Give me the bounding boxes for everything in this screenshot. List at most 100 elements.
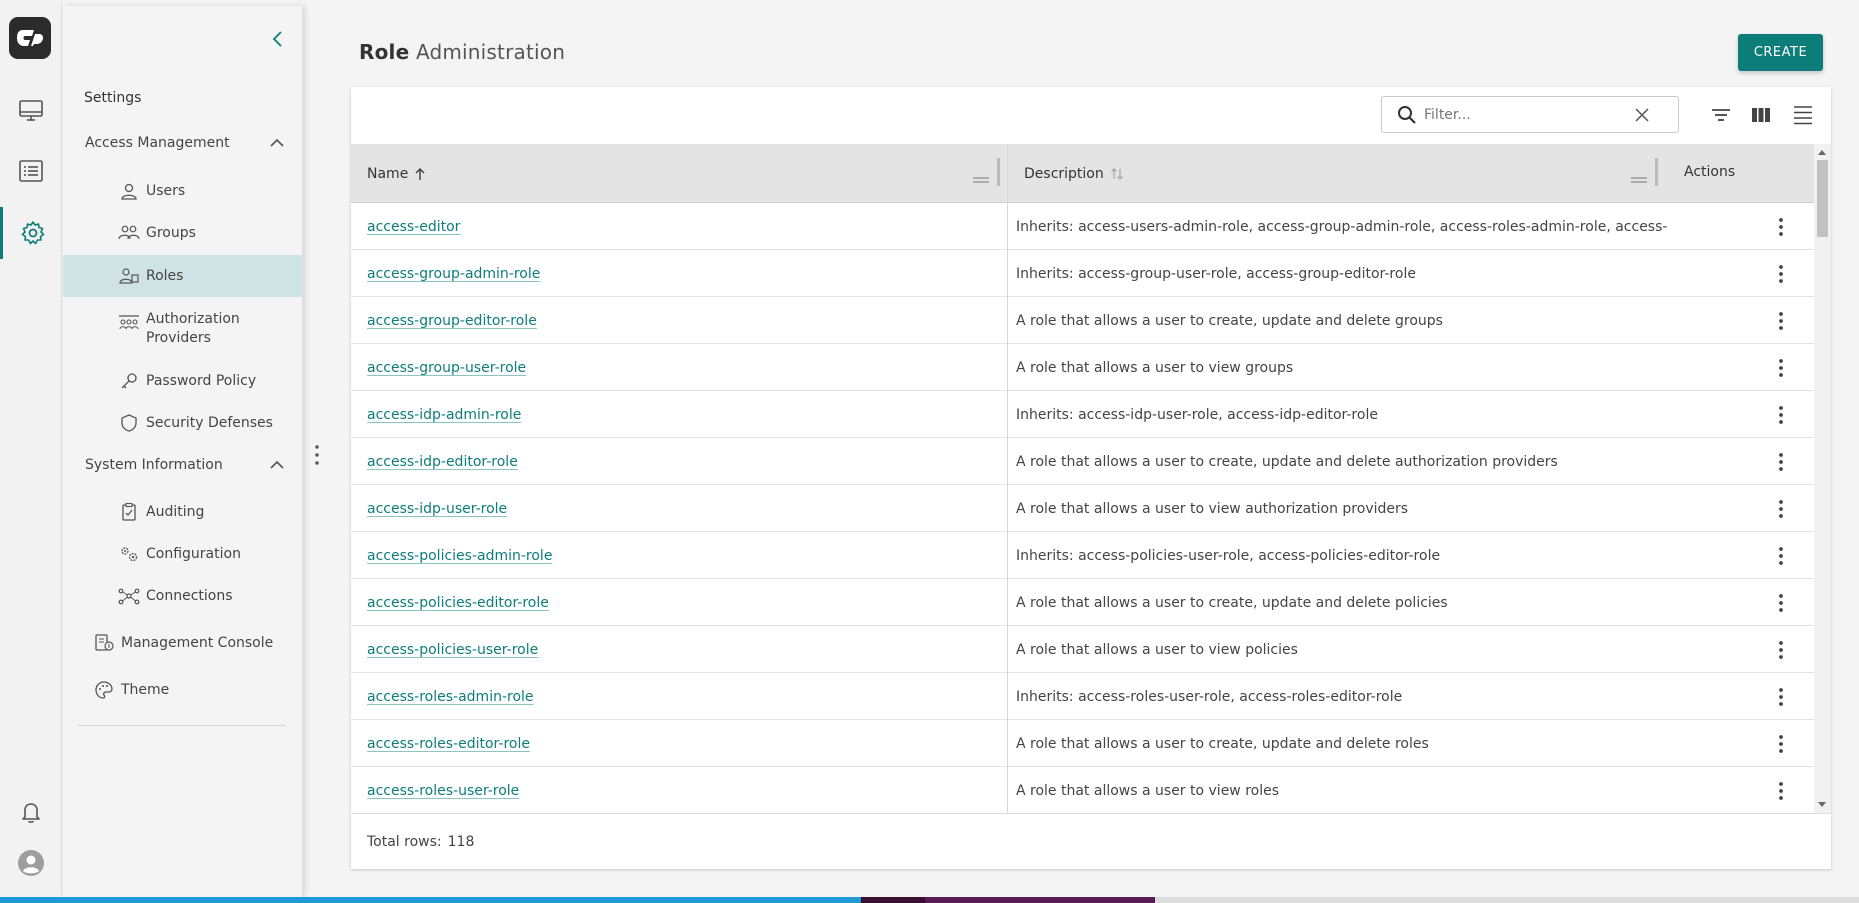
sidebar-item-configuration[interactable]: Configuration (63, 533, 303, 575)
sidebar-item-theme[interactable]: Theme (63, 669, 303, 711)
table-row: access-roles-admin-role Inherits: access… (351, 673, 1814, 720)
sidebar-item-label: Password Policy (146, 373, 257, 389)
column-menu-grip[interactable] (1631, 169, 1647, 183)
role-name-cell: access-group-user-role (367, 344, 526, 391)
role-link[interactable]: access-idp-editor-role (367, 454, 518, 470)
sidebar-item-management-console[interactable]: Management Console (63, 622, 303, 664)
row-actions-button[interactable] (1769, 685, 1793, 709)
row-actions-button[interactable] (1769, 591, 1793, 615)
kebab-menu-icon (1779, 312, 1783, 330)
create-button[interactable]: CREATE (1738, 34, 1823, 71)
sidebar-title: Settings (84, 90, 142, 106)
role-description-cell: Inherits: access-idp-user-role, access-i… (1016, 406, 1378, 423)
role-link[interactable]: access-idp-admin-role (367, 407, 521, 423)
row-actions-button[interactable] (1769, 309, 1793, 333)
role-description-cell: Inherits: access-policies-user-role, acc… (1016, 547, 1441, 564)
row-actions-button[interactable] (1769, 215, 1793, 239)
group-system-information[interactable]: System Information (63, 445, 303, 485)
chevron-up-icon (270, 460, 284, 469)
kebab-menu-icon (1779, 641, 1783, 659)
app-logo[interactable] (9, 17, 51, 59)
groups-icon (118, 222, 140, 244)
role-link[interactable]: access-group-user-role (367, 360, 526, 376)
sidebar-item-users[interactable]: Users (63, 170, 303, 212)
total-rows-label: Total rows: (367, 833, 442, 850)
role-description-cell: A role that allows a user to view groups (1016, 359, 1294, 376)
group-access-management[interactable]: Access Management (63, 123, 303, 163)
row-actions-button[interactable] (1769, 732, 1793, 756)
rail-list-button[interactable] (0, 145, 62, 197)
filter-input[interactable] (1424, 106, 1624, 123)
columns-button[interactable] (1749, 103, 1773, 127)
role-link[interactable]: access-policies-admin-role (367, 548, 552, 564)
sidebar-item-label: Management Console (121, 635, 274, 651)
row-actions-button[interactable] (1769, 638, 1793, 662)
avatar-icon (18, 850, 44, 876)
sidebar-item-roles[interactable]: Roles (63, 255, 303, 297)
sidebar-item-connections[interactable]: Connections (63, 575, 303, 617)
row-actions-button[interactable] (1769, 450, 1793, 474)
column-menu-grip[interactable] (973, 169, 989, 183)
sidebar-resize-handle[interactable] (312, 443, 322, 467)
columns-icon (1752, 108, 1770, 122)
role-link[interactable]: access-roles-admin-role (367, 689, 534, 705)
user-icon (118, 180, 140, 202)
role-link[interactable]: access-roles-editor-role (367, 736, 530, 752)
rail-profile-button[interactable] (0, 837, 62, 889)
role-name-cell: access-roles-admin-role (367, 673, 534, 720)
role-link[interactable]: access-roles-user-role (367, 783, 519, 799)
density-button[interactable] (1791, 103, 1815, 127)
table-scrollbar[interactable] (1814, 144, 1831, 813)
role-link[interactable]: access-editor (367, 219, 460, 235)
kebab-menu-icon (1779, 594, 1783, 612)
rail-notifications-button[interactable] (0, 786, 62, 838)
table-row: access-group-editor-role A role that all… (351, 297, 1814, 344)
bell-icon (22, 803, 40, 823)
scroll-thumb[interactable] (1817, 160, 1828, 237)
kebab-menu-icon (1779, 547, 1783, 565)
table-row: access-group-admin-role Inherits: access… (351, 250, 1814, 297)
page-title-rest: Administration (415, 40, 566, 64)
rail-settings-button[interactable] (0, 207, 62, 259)
collapse-sidebar-button[interactable] (263, 24, 293, 54)
filter-box[interactable] (1381, 96, 1679, 133)
column-header-actions: Actions (1684, 144, 1735, 199)
role-link[interactable]: access-group-editor-role (367, 313, 537, 329)
sidebar-item-authorization-providers[interactable]: Authorization Providers (63, 304, 303, 354)
rail-dashboard-button[interactable] (0, 84, 62, 136)
column-title: Description (1024, 165, 1104, 182)
role-description-cell: A role that allows a user to view polici… (1016, 641, 1298, 658)
row-actions-button[interactable] (1769, 262, 1793, 286)
column-title: Actions (1684, 163, 1736, 180)
clear-filter-icon[interactable] (1634, 107, 1650, 123)
scroll-down-arrow[interactable] (1818, 802, 1826, 807)
arrow-up-icon (415, 167, 425, 180)
role-link[interactable]: access-policies-user-role (367, 642, 538, 658)
role-link[interactable]: access-idp-user-role (367, 501, 507, 517)
column-header-name[interactable]: Name (367, 144, 426, 203)
vertical-dots-icon (315, 445, 319, 465)
row-actions-button[interactable] (1769, 403, 1793, 427)
column-resizer[interactable] (1655, 158, 1658, 186)
role-link[interactable]: access-group-admin-role (367, 266, 540, 282)
row-actions-button[interactable] (1769, 356, 1793, 380)
sidebar-item-security-defenses[interactable]: Security Defenses (63, 402, 303, 444)
kebab-menu-icon (1779, 453, 1783, 471)
sidebar-item-groups[interactable]: Groups (63, 212, 303, 254)
row-actions-button[interactable] (1769, 544, 1793, 568)
sort-icon (1110, 167, 1123, 180)
sidebar-item-label: Configuration (146, 546, 241, 562)
row-actions-button[interactable] (1769, 779, 1793, 803)
column-resizer[interactable] (997, 158, 1000, 186)
table-footer: Total rows: 118 (351, 813, 1831, 869)
scroll-up-arrow[interactable] (1818, 150, 1826, 155)
table-header: Name Description Actions (351, 144, 1814, 203)
filter-toggle-button[interactable] (1709, 103, 1733, 127)
sidebar-item-password-policy[interactable]: Password Policy (63, 360, 303, 402)
sidebar-item-auditing[interactable]: Auditing (63, 491, 303, 533)
column-header-description[interactable]: Description (1024, 144, 1124, 203)
table-row: access-policies-user-role A role that al… (351, 626, 1814, 673)
row-actions-button[interactable] (1769, 497, 1793, 521)
role-link[interactable]: access-policies-editor-role (367, 595, 549, 611)
search-icon (1398, 105, 1416, 124)
